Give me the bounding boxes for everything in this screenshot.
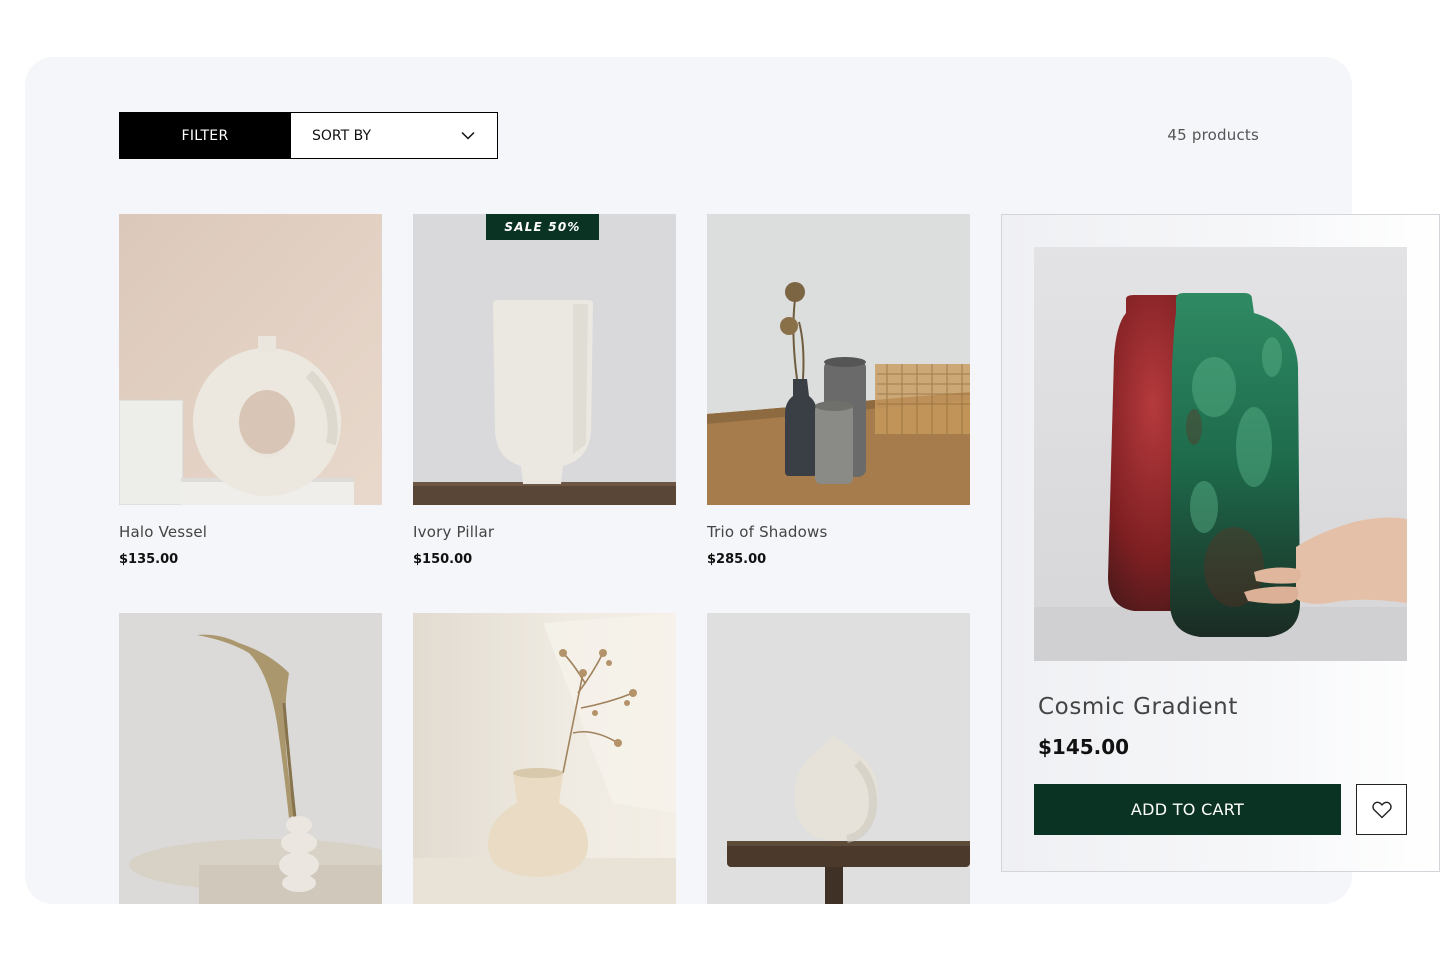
add-to-cart-label: ADD TO CART	[1130, 800, 1245, 819]
sort-by-label: SORT BY	[312, 127, 372, 144]
heart-icon	[1371, 801, 1392, 818]
product-card[interactable]: Trio of Shadows $285.00	[707, 214, 970, 567]
product-card[interactable]: SALE 50% Ivory Pillar $150.00	[413, 214, 676, 567]
product-count: 45 products	[1167, 126, 1259, 144]
product-price: $135.00	[119, 552, 179, 567]
featured-product-card[interactable]: Cosmic Gradient $145.00 ADD TO CART	[1001, 214, 1440, 872]
product-image-round-stone-vase[interactable]	[707, 613, 970, 904]
sort-by-select[interactable]: SORT BY	[291, 112, 498, 159]
add-to-cart-button[interactable]: ADD TO CART	[1034, 784, 1341, 835]
product-image-cream-bud-vase[interactable]	[413, 613, 676, 904]
product-image-halo-vessel[interactable]	[119, 214, 382, 505]
wishlist-button[interactable]	[1356, 784, 1407, 835]
featured-product-price: $145.00	[1038, 735, 1130, 759]
product-price: $150.00	[413, 552, 473, 567]
product-name[interactable]: Trio of Shadows	[707, 523, 970, 541]
product-image-ivory-pillar[interactable]: SALE 50%	[413, 214, 676, 505]
product-name[interactable]: Ivory Pillar	[413, 523, 676, 541]
listing-toolbar: FILTER SORT BY	[119, 112, 498, 159]
product-card[interactable]	[119, 613, 382, 904]
filter-button[interactable]: FILTER	[119, 112, 291, 159]
product-image-dried-leaf-vase[interactable]	[119, 613, 382, 904]
filter-button-label: FILTER	[181, 127, 229, 144]
product-name[interactable]: Halo Vessel	[119, 523, 382, 541]
product-card[interactable]	[707, 613, 970, 904]
featured-product-name[interactable]: Cosmic Gradient	[1038, 694, 1238, 720]
product-card[interactable]	[413, 613, 676, 904]
product-card[interactable]: Halo Vessel $135.00	[119, 214, 382, 567]
sale-badge: SALE 50%	[486, 214, 599, 240]
chevron-down-icon	[461, 131, 475, 140]
featured-product-image[interactable]	[1034, 247, 1407, 661]
product-price: $285.00	[707, 552, 767, 567]
product-image-trio-of-shadows[interactable]	[707, 214, 970, 505]
